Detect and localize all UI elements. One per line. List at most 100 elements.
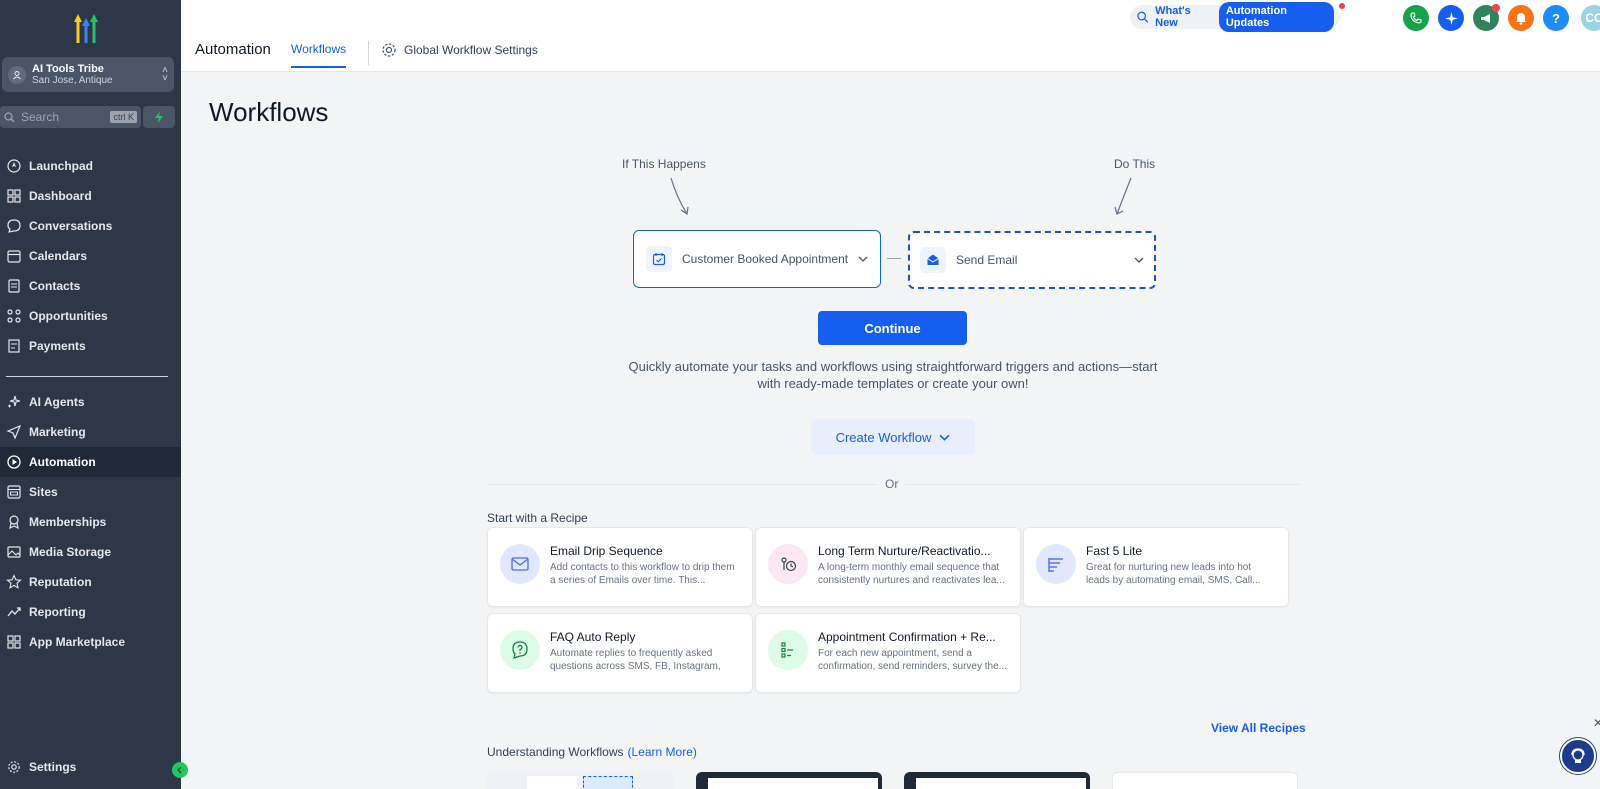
sidebar: AI Tools Tribe San Jose, Antique ˄ ˅ Sear… (0, 0, 188, 789)
mail-icon (500, 544, 540, 584)
sidebar-item-ai-agents[interactable]: AI Agents (0, 387, 181, 417)
tab-global-workflow-settings[interactable]: Global Workflow Settings (381, 42, 538, 58)
automation-icon (6, 454, 22, 470)
sparkle-icon (1444, 11, 1458, 25)
account-location: San Jose, Antique (32, 74, 113, 86)
sidebar-item-opportunities[interactable]: Opportunities (0, 301, 181, 331)
funnel-icon (1036, 544, 1076, 584)
megaphone-icon (1480, 13, 1490, 23)
contacts-icon (6, 278, 22, 294)
trigger-select[interactable]: Customer Booked Appointment (633, 230, 881, 288)
account-name: AI Tools Tribe (32, 62, 104, 75)
megaphone-search-icon (1137, 11, 1149, 23)
sidebar-item-label: Marketing (29, 425, 86, 439)
tab-workflows[interactable]: Workflows (291, 42, 347, 68)
recipe-description: Great for nurturing new leads into hot l… (1086, 562, 1261, 586)
sidebar-item-calendars[interactable]: Calendars (0, 241, 181, 271)
create-workflow-label: Create Workflow (835, 429, 932, 445)
recipe-description: For each new appointment, send a confirm… (818, 648, 1007, 672)
payments-icon (6, 338, 22, 354)
sidebar-item-sites[interactable]: Sites (0, 477, 181, 507)
recipe-card[interactable]: Long Term Nurture/Reactivatio... A long-t… (755, 527, 1021, 607)
sidebar-item-dashboard[interactable]: Dashboard (0, 181, 181, 211)
video-thumbnail[interactable] (904, 772, 1090, 789)
ai-assistant-button[interactable] (1438, 5, 1464, 31)
view-all-recipes-link[interactable]: View All Recipes (1211, 721, 1306, 735)
calendar-check-icon (646, 246, 672, 272)
sidebar-item-reporting[interactable]: Reporting (0, 597, 181, 627)
automation-updates-badge[interactable]: Automation Updates (1218, 2, 1334, 32)
continue-button[interactable]: Continue (818, 311, 967, 345)
top-header: Automation Workflows Global Workflow Set… (181, 0, 1600, 72)
phone-icon (1410, 12, 1422, 24)
send-icon (6, 424, 22, 440)
gear-icon (6, 759, 22, 775)
account-icon (8, 65, 26, 84)
sidebar-item-memberships[interactable]: Memberships (0, 507, 181, 537)
phone-button[interactable] (1403, 5, 1429, 31)
sidebar-item-conversations[interactable]: Conversations (0, 211, 181, 241)
memberships-icon (6, 514, 22, 530)
create-workflow-button[interactable]: Create Workflow (811, 419, 975, 455)
sidebar-item-label: Memberships (29, 515, 107, 529)
recipe-title: FAQ Auto Reply (550, 630, 636, 644)
tab-label: Global Workflow Settings (404, 43, 538, 57)
search-shortcut: ctrl K (110, 111, 137, 123)
faq-icon (500, 630, 540, 670)
chevron-down-icon (1134, 257, 1144, 263)
avatar[interactable]: CC (1581, 5, 1600, 31)
or-divider-left (487, 484, 877, 485)
dashboard-icon (6, 188, 22, 204)
announcements-button[interactable] (1473, 4, 1500, 31)
search-input[interactable]: Search ctrl K (0, 106, 141, 128)
video-thumbnail[interactable] (487, 772, 673, 789)
sidebar-item-launchpad[interactable]: Launchpad (0, 151, 181, 181)
nurture-icon (768, 544, 808, 584)
recipe-title: Long Term Nurture/Reactivatio... (818, 544, 991, 558)
whats-new-button[interactable]: What's New Automation Updates (1130, 2, 1340, 32)
sidebar-item-label: Media Storage (29, 545, 112, 559)
recipe-title: Email Drip Sequence (550, 544, 663, 558)
recipe-card[interactable]: Appointment Confirmation + Re... For each… (755, 613, 1021, 693)
video-thumbnail[interactable] (696, 772, 882, 789)
sidebar-item-label: Contacts (29, 279, 81, 293)
app-logo-icon[interactable] (68, 10, 104, 44)
sparkle-icon (6, 394, 22, 410)
action-select[interactable]: Send Email (908, 231, 1156, 289)
sidebar-item-contacts[interactable]: Contacts (0, 271, 181, 301)
calendar-icon (6, 248, 22, 264)
notification-dot (1492, 4, 1500, 12)
question-icon: ? (1552, 10, 1560, 26)
page-title: Workflows (209, 97, 329, 127)
whats-new-label: What's New (1155, 5, 1191, 29)
sidebar-item-settings[interactable]: Settings (0, 752, 181, 782)
sidebar-item-marketing[interactable]: Marketing (0, 417, 181, 447)
trigger-label: Customer Booked Appointment (682, 252, 849, 266)
search-icon (4, 111, 15, 122)
quick-action-button[interactable] (143, 106, 175, 128)
sidebar-item-label: Settings (29, 760, 77, 774)
recipe-section-heading: Start with a Recipe (487, 511, 588, 525)
recipe-card[interactable]: FAQ Auto Reply Automate replies to freque… (487, 613, 753, 693)
close-icon[interactable]: ✕ (1593, 716, 1600, 730)
account-switcher[interactable]: AI Tools Tribe San Jose, Antique ˄ ˅ (2, 57, 174, 92)
mail-open-icon (920, 247, 946, 273)
sidebar-item-label: Launchpad (29, 159, 94, 173)
recipe-card[interactable]: Email Drip Sequence Add contacts to this … (487, 527, 753, 607)
or-divider-right (905, 484, 1300, 485)
support-widget-button[interactable] (1560, 738, 1596, 774)
video-thumbnail[interactable] (1112, 772, 1298, 789)
help-button[interactable]: ? (1543, 5, 1569, 31)
sites-icon (6, 484, 22, 500)
sidebar-item-reputation[interactable]: Reputation (0, 567, 181, 597)
sidebar-item-payments[interactable]: Payments (0, 331, 181, 361)
understanding-label: Understanding Workflows (487, 745, 624, 759)
sidebar-item-media-storage[interactable]: Media Storage (0, 537, 181, 567)
notifications-button[interactable] (1508, 5, 1534, 31)
intro-description: Quickly automate your tasks and workflow… (628, 359, 1158, 391)
learn-more-link[interactable]: (Learn More) (628, 745, 697, 759)
sidebar-item-app-marketplace[interactable]: App Marketplace (0, 627, 181, 657)
recipe-card[interactable]: Fast 5 Lite Great for nurturing new leads… (1023, 527, 1289, 607)
sidebar-item-automation[interactable]: Automation (0, 447, 181, 477)
star-icon (6, 574, 22, 590)
